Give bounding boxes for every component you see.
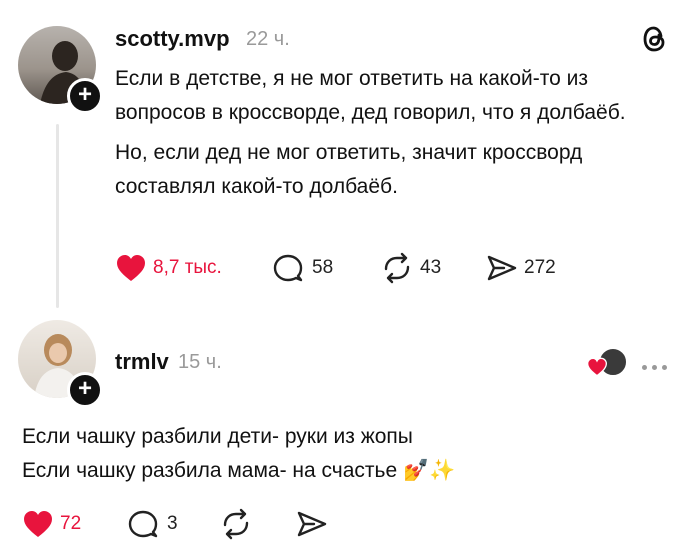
comment-icon — [128, 510, 158, 538]
repost-icon — [223, 508, 249, 540]
comment-button[interactable]: 3 — [127, 509, 178, 539]
share-icon — [487, 255, 517, 281]
comment-count: 3 — [167, 513, 178, 534]
heart-icon — [24, 511, 52, 537]
like-button[interactable]: 8,7 тыс. — [115, 253, 222, 283]
share-button[interactable] — [296, 509, 328, 544]
repost-icon — [384, 252, 410, 284]
heart-icon — [586, 357, 608, 377]
liked-by-author-avatar — [586, 347, 628, 377]
like-count: 8,7 тыс. — [153, 257, 222, 278]
share-button[interactable]: 272 — [486, 253, 556, 283]
like-count: 72 — [60, 513, 82, 534]
post-paragraph: Но, если дед не мог ответить, значит кро… — [115, 141, 583, 198]
share-icon — [297, 511, 327, 537]
repost-button[interactable] — [219, 508, 253, 545]
more-icon[interactable] — [642, 357, 672, 375]
threads-logo-icon[interactable] — [640, 24, 670, 59]
share-count: 272 — [524, 257, 556, 278]
comment-button[interactable]: 58 — [272, 253, 333, 283]
follow-plus-button[interactable]: + — [67, 372, 103, 408]
post-time: 22 ч. — [246, 28, 290, 50]
like-button[interactable]: 72 — [22, 509, 81, 539]
thread-line — [56, 124, 59, 308]
follow-plus-button[interactable]: + — [67, 78, 103, 114]
username[interactable]: trmlv — [115, 349, 169, 375]
heart-icon — [117, 255, 145, 281]
comment-icon — [273, 254, 303, 282]
repost-count: 43 — [420, 257, 442, 278]
post-text: Если чашку разбили дети- руки из жопы Ес… — [22, 420, 672, 488]
post-line: Если чашку разбили дети- руки из жопы — [22, 425, 413, 448]
repost-button[interactable]: 43 — [380, 252, 441, 284]
username[interactable]: scotty.mvp — [115, 26, 230, 52]
post-line: Если чашку разбила мама- на счастье 💅✨ — [22, 459, 456, 482]
comment-count: 58 — [312, 257, 334, 278]
post-text: Если в детстве, я не мог ответить на как… — [115, 62, 675, 204]
post-time: 15 ч. — [178, 351, 222, 373]
post-paragraph: Если в детстве, я не мог ответить на как… — [115, 67, 626, 124]
